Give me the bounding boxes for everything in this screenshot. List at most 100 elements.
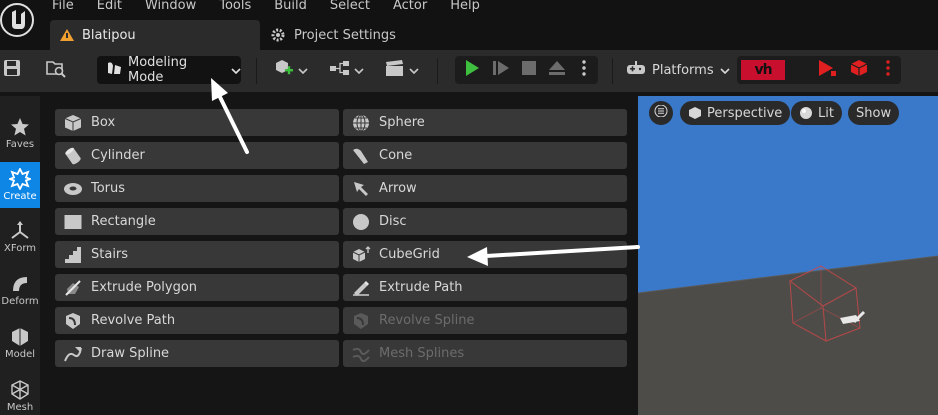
hamburger-menu-icon [654, 104, 668, 121]
red-cube-button[interactable] [847, 59, 871, 81]
tool-arrow[interactable]: Arrow [343, 175, 627, 202]
tool-box[interactable]: Box [55, 109, 339, 136]
create-tool-palette: Box Cylinder Torus Rectangle Stairs Extr… [48, 96, 634, 415]
add-actor-button[interactable] [270, 57, 310, 83]
mesh-splines-icon [351, 345, 371, 363]
tool-disc[interactable]: Disc [343, 208, 627, 235]
menu-build[interactable]: Build [274, 0, 307, 16]
tool-cubegrid[interactable]: CubeGrid [343, 241, 627, 268]
menu-file[interactable]: File [52, 0, 74, 16]
menu-select[interactable]: Select [330, 0, 370, 16]
toolbar-divider [256, 58, 257, 84]
main-menu: File Edit Window Tools Build Select Acto… [52, 0, 503, 16]
modeling-mode-dropdown[interactable]: Modeling Mode [97, 55, 241, 85]
tab-project-settings[interactable]: Project Settings [270, 20, 396, 50]
lit-label: Lit [818, 105, 834, 121]
toolbar-divider [437, 58, 438, 84]
tool-rectangle-label: Rectangle [91, 214, 156, 229]
nav-mesh-label: Mesh [6, 402, 34, 413]
tool-torus[interactable]: Torus [55, 175, 339, 202]
menu-actor[interactable]: Actor [393, 0, 427, 16]
stairs-icon [63, 246, 83, 264]
nav-mesh[interactable]: Mesh [0, 373, 40, 415]
mesh-icon [10, 378, 30, 402]
show-label: Show [856, 105, 892, 121]
perspective-cube-icon [688, 106, 702, 120]
menu-help[interactable]: Help [450, 0, 480, 16]
play-options-button[interactable] [575, 59, 593, 81]
step-button[interactable] [489, 59, 513, 81]
tool-stairs[interactable]: Stairs [55, 241, 339, 268]
tool-mesh-splines[interactable]: Mesh Splines [343, 340, 627, 367]
red-play-button[interactable] [815, 59, 839, 81]
menu-window[interactable]: Window [145, 0, 196, 16]
clapperboard-icon [384, 59, 406, 81]
blueprints-button[interactable] [326, 57, 366, 83]
chevron-down-icon [297, 63, 308, 78]
disc-icon [351, 213, 371, 231]
red-cube-icon [850, 59, 868, 81]
nav-create[interactable]: Create [0, 162, 40, 208]
vh-plugin-button[interactable]: vh [741, 60, 785, 80]
content-browser-button[interactable] [43, 58, 69, 82]
tool-cone-label: Cone [379, 148, 413, 163]
tool-cylinder[interactable]: Cylinder [55, 142, 339, 169]
gamepad-icon [626, 60, 646, 80]
main-toolbar: Modeling Mode Platforms vh [0, 50, 938, 92]
box-icon [63, 114, 83, 132]
chevron-down-icon [408, 63, 419, 78]
nav-model[interactable]: Model [0, 320, 40, 366]
show-button[interactable]: Show [848, 101, 900, 125]
model-icon [10, 325, 30, 349]
perspective-button[interactable]: Perspective [680, 101, 791, 125]
tool-extrude-path[interactable]: Extrude Path [343, 274, 627, 301]
tool-draw-spline[interactable]: Draw Spline [55, 340, 339, 367]
red-options-button[interactable] [880, 59, 896, 81]
platforms-dropdown[interactable]: Platforms [620, 56, 730, 84]
tool-box-label: Box [91, 115, 116, 130]
menu-tools[interactable]: Tools [219, 0, 251, 16]
nav-deform[interactable]: Deform [0, 267, 40, 313]
nav-create-label: Create [3, 191, 37, 202]
step-forward-icon [492, 60, 510, 80]
tool-draw-spline-label: Draw Spline [91, 346, 170, 361]
tool-extrude-path-label: Extrude Path [379, 280, 463, 295]
level-viewport[interactable]: Perspective Lit Show [638, 96, 938, 415]
save-button[interactable] [0, 58, 24, 82]
menu-bar: File Edit Window Tools Build Select Acto… [0, 0, 938, 16]
chevron-down-icon [353, 63, 364, 78]
tab-level[interactable]: Blatipou [50, 20, 260, 50]
viewport-scene [638, 255, 938, 415]
tool-revolve-spline[interactable]: Revolve Spline [343, 307, 627, 334]
cinematics-button[interactable] [381, 57, 421, 83]
play-controls [455, 56, 598, 84]
nav-xform[interactable]: XForm [0, 214, 40, 260]
extrude-path-icon [351, 279, 371, 297]
tool-rectangle[interactable]: Rectangle [55, 208, 339, 235]
revolve-path-icon [63, 312, 83, 330]
play-button[interactable] [460, 59, 484, 81]
tool-sphere-label: Sphere [379, 115, 425, 130]
tool-cone[interactable]: Cone [343, 142, 627, 169]
stop-icon [522, 61, 536, 79]
extrude-polygon-icon [63, 279, 83, 297]
tool-revolve-path[interactable]: Revolve Path [55, 307, 339, 334]
stop-button[interactable] [517, 59, 541, 81]
nav-faves[interactable]: Faves [0, 110, 40, 156]
platforms-label: Platforms [652, 62, 714, 78]
blueprint-nodes-icon [329, 59, 351, 81]
eject-button[interactable] [545, 59, 569, 81]
tool-extrude-polygon[interactable]: Extrude Polygon [55, 274, 339, 301]
tool-disc-label: Disc [379, 214, 407, 229]
modeling-category-nav: Faves Create XForm Deform Model Mesh [0, 96, 40, 415]
tool-sphere[interactable]: Sphere [343, 109, 627, 136]
tool-revolve-spline-label: Revolve Spline [379, 313, 475, 328]
menu-edit[interactable]: Edit [97, 0, 122, 16]
viewport-menu-button[interactable] [649, 101, 673, 125]
arrow-icon [351, 180, 371, 198]
tool-revolve-path-label: Revolve Path [91, 313, 176, 328]
lit-button[interactable]: Lit [791, 101, 842, 125]
nav-faves-label: Faves [5, 139, 35, 150]
star-icon [10, 115, 30, 139]
nav-xform-label: XForm [3, 243, 37, 254]
